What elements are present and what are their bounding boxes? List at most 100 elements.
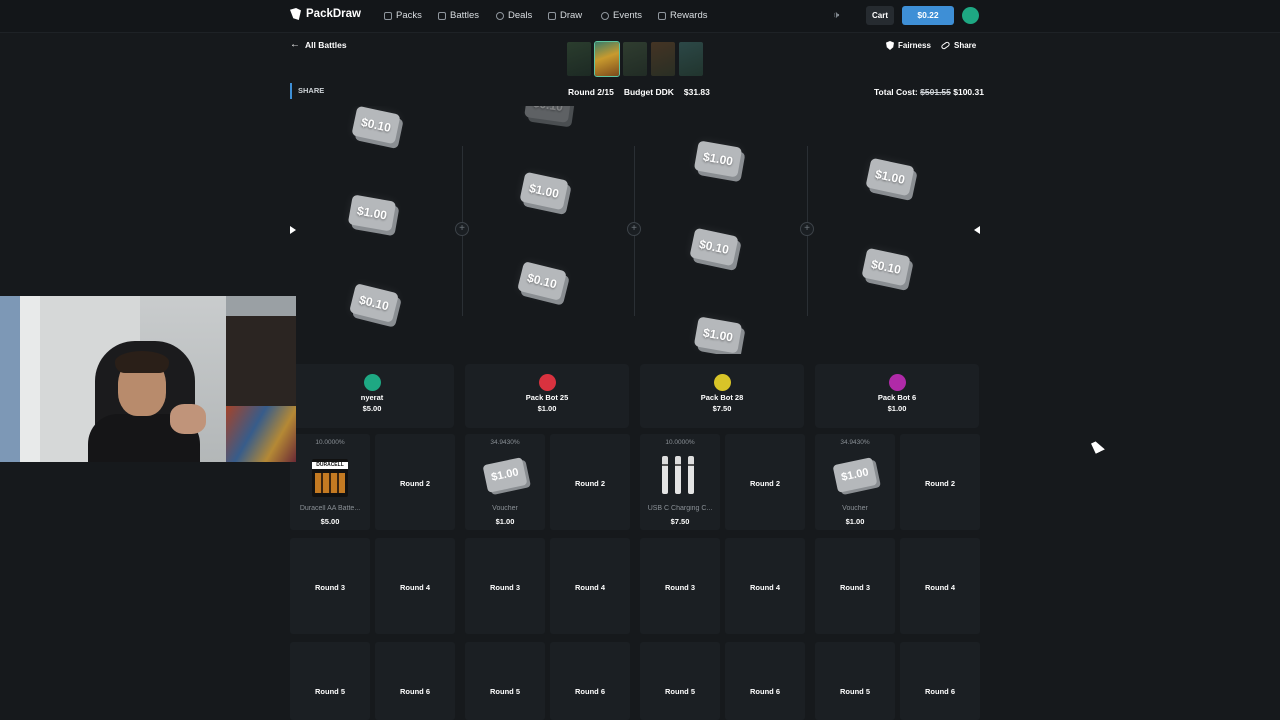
pack-thumb-active[interactable] [594,41,620,77]
player-card[interactable]: nyerat $5.00 [290,364,454,428]
nav-events[interactable]: Events [601,10,642,21]
player-name: Pack Bot 28 [700,393,744,402]
pack-thumbnails [567,41,703,77]
nav-label: Deals [508,10,533,21]
item-odds: 10.0000% [315,439,345,446]
item-name: Duracell AA Batte... [299,505,361,512]
divider-node-icon: + [800,222,814,236]
round-label: Round 5 [490,687,520,696]
battle-spinner: + + + $0.10 $1.00 $0.10 $0.10 $1.00 $0.1… [290,106,980,354]
total-cost: Total Cost: $501.55 $100.31 [874,87,984,97]
logo-icon [290,8,301,20]
round-label: Round 4 [925,583,955,592]
share-label: Share [954,41,977,50]
cart-button[interactable]: Cart [866,6,894,25]
nav-label: Battles [450,10,480,21]
share-tag[interactable]: SHARE [290,83,324,99]
volume-icon[interactable]: 🕩 [833,10,839,21]
nav-draw[interactable]: Draw [548,10,582,21]
fairness-button[interactable]: Fairness [886,41,931,50]
round-slot: Round 2 [900,434,980,530]
item-odds: 34.9430% [490,439,520,446]
arrow-left-icon: ← [290,39,300,50]
pack-price: $31.83 [683,87,710,97]
link-icon [940,40,951,51]
nav-battles[interactable]: Battles [438,10,479,21]
result-item-card[interactable]: 34.9430% $1.00 Voucher $1.00 [465,434,545,530]
packs-icon [384,11,392,20]
usb-cable-image [662,456,668,494]
rewards-icon [658,11,666,20]
round-label: Round 4 [750,583,780,592]
pointer-right-icon [290,226,296,234]
round-label: Round 6 [400,687,430,696]
result-item-card[interactable]: 10.0000% DURACELL Duracell AA Batte... $… [290,434,370,530]
round-slot: Round 6 [900,642,980,720]
bot-avatar [538,374,556,391]
round-slot: Round 4 [725,538,805,634]
battery-brand: DURACELL [312,462,348,469]
avatar [363,374,381,391]
round-slot: Round 5 [815,642,895,720]
pack-thumb[interactable] [623,42,647,76]
round-label: Round 5 [665,687,695,696]
back-label: All Battles [305,39,347,50]
round-label: Round 2 [925,479,955,488]
player-value: $1.00 [887,404,907,413]
deals-icon [496,11,504,20]
voucher-image: $1.00 [832,457,878,493]
player-name: Pack Bot 6 [877,393,917,402]
round-info: Round 2/15 Budget DDK $31.83 [568,87,710,97]
result-item-card[interactable]: 34.9430% $1.00 Voucher $1.00 [815,434,895,530]
player-card[interactable]: Pack Bot 25 $1.00 [465,364,629,428]
reel-voucher: $1.00 [693,140,743,178]
player-name: Pack Bot 25 [525,393,569,402]
round-slot: Round 3 [465,538,545,634]
item-price: $1.00 [495,517,515,526]
draw-icon [548,11,556,20]
round-label: Round 6 [925,687,955,696]
item-odds: 34.9430% [840,439,870,446]
round-label: Round 3 [665,583,695,592]
nav-rewards[interactable]: Rewards [658,10,708,21]
player-value: $1.00 [537,404,557,413]
nav-deals[interactable]: Deals [496,10,532,21]
pack-name: Budget DDK [623,87,674,97]
pack-thumb[interactable] [567,42,591,76]
reel-voucher: $1.00 [519,171,569,211]
balance-button[interactable]: $0.22 [902,6,954,25]
nav-packs[interactable]: Packs [384,10,422,21]
packdraw-logo[interactable]: PackDraw [290,8,361,20]
item-price: $1.00 [845,517,865,526]
item-odds: 10.0000% [665,439,695,446]
reel-voucher: $0.10 [349,283,399,323]
round-slot: Round 5 [465,642,545,720]
all-battles-link[interactable]: ← All Battles [290,39,347,50]
item-price: $5.00 [320,517,340,526]
divider-node-icon: + [627,222,641,236]
result-item-card[interactable]: 10.0000% USB C Charging C... $7.50 [640,434,720,530]
share-button[interactable]: Share [940,40,977,51]
player-value: $7.50 [712,404,732,413]
player-card[interactable]: Pack Bot 28 $7.50 [640,364,804,428]
round-slot: Round 6 [375,642,455,720]
round-label: Round 4 [575,583,605,592]
round-label: Round 5 [315,687,345,696]
nav-label: Events [613,10,643,21]
events-icon [601,11,609,20]
round-slot: Round 5 [640,642,720,720]
bot-avatar [888,374,906,391]
pack-thumb[interactable] [679,42,703,76]
nav-label: Draw [560,10,583,21]
round-slot: Round 5 [290,642,370,720]
player-card[interactable]: Pack Bot 6 $1.00 [815,364,979,428]
pack-thumb[interactable] [651,42,675,76]
battery-cells [315,473,345,493]
reel-voucher: $0.10 [517,261,567,301]
reel-voucher: $0.10 [861,247,911,287]
round-label: Round 2 [750,479,780,488]
nav-label: Rewards [670,10,708,21]
round-slot: Round 4 [900,538,980,634]
webcam-person-hand [170,404,206,434]
user-avatar[interactable] [962,7,979,24]
